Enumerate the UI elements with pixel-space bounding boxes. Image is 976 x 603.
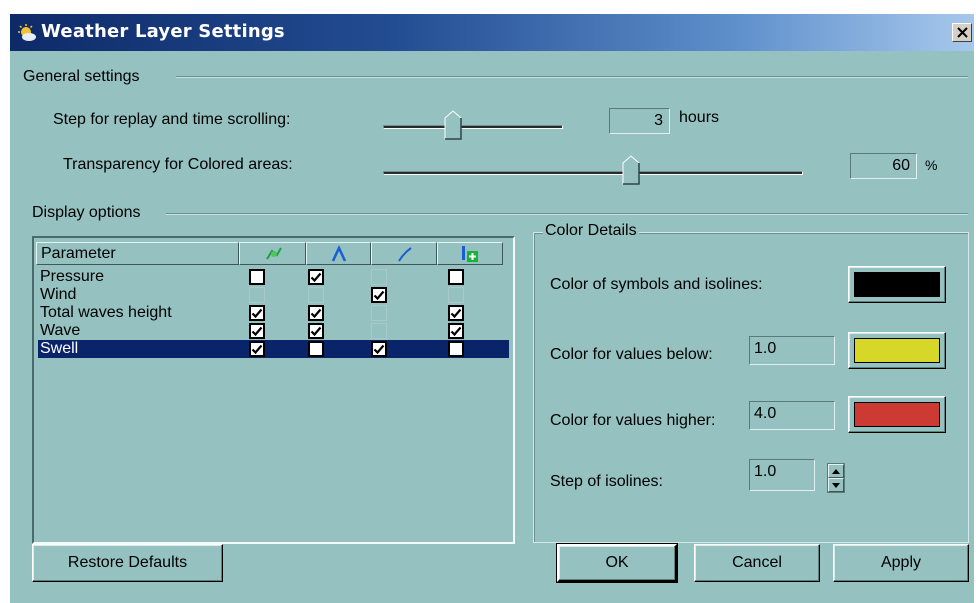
checkmark-icon bbox=[251, 326, 263, 337]
column-header-arrows[interactable] bbox=[371, 242, 437, 265]
parameter-checkbox[interactable] bbox=[249, 323, 265, 339]
parameter-name: Wind bbox=[40, 286, 77, 303]
parameter-checkbox[interactable] bbox=[249, 341, 265, 357]
parameter-list[interactable]: Parameter Pressure Wind Total waves heig… bbox=[32, 236, 515, 544]
symbols-icon bbox=[266, 247, 282, 260]
parameter-row[interactable]: Wave bbox=[38, 322, 509, 340]
parameter-row[interactable]: Pressure bbox=[38, 268, 509, 286]
weather-layer-settings-dialog: Weather Layer Settings General settings … bbox=[10, 14, 974, 603]
parameter-checkbox bbox=[249, 287, 265, 303]
parameter-checkbox[interactable] bbox=[308, 305, 324, 321]
close-icon bbox=[956, 27, 968, 38]
restore-defaults-button[interactable]: Restore Defaults bbox=[32, 544, 223, 582]
ok-button[interactable]: OK bbox=[556, 543, 678, 583]
parameter-checkbox[interactable] bbox=[448, 323, 464, 339]
column-header-symbols[interactable] bbox=[239, 242, 306, 265]
general-settings-legend: General settings bbox=[23, 68, 140, 85]
column-header-isolines[interactable] bbox=[306, 242, 371, 265]
below-color-label: Color for values below: bbox=[550, 346, 713, 363]
below-color-swatch bbox=[854, 338, 940, 363]
below-color-button[interactable] bbox=[848, 332, 946, 369]
parameter-checkbox[interactable] bbox=[448, 341, 464, 357]
isoline-step-spinner[interactable] bbox=[827, 463, 845, 493]
checkmark-icon bbox=[310, 272, 322, 283]
transparency-value-field[interactable]: 60 bbox=[850, 153, 917, 179]
title-bar: Weather Layer Settings bbox=[10, 14, 974, 51]
parameter-name: Total waves height bbox=[40, 304, 172, 321]
arrows-icon bbox=[398, 247, 412, 262]
below-value-field[interactable]: 1.0 bbox=[749, 336, 835, 365]
chevron-down-icon bbox=[832, 482, 840, 488]
display-options-legend: Display options bbox=[32, 204, 141, 221]
parameter-checkbox[interactable] bbox=[448, 305, 464, 321]
parameter-checkbox[interactable] bbox=[249, 269, 265, 285]
step-slider-thumb[interactable] bbox=[444, 110, 462, 140]
transparency-slider-track[interactable] bbox=[383, 171, 803, 175]
checkmark-icon bbox=[310, 326, 322, 337]
parameter-name: Pressure bbox=[40, 268, 105, 285]
display-options-divider bbox=[166, 213, 968, 215]
parameter-checkbox bbox=[371, 305, 387, 321]
cancel-button[interactable]: Cancel bbox=[694, 544, 820, 582]
step-label: Step for replay and time scrolling: bbox=[53, 111, 291, 128]
column-header-label: Parameter bbox=[41, 245, 116, 262]
step-slider-track[interactable] bbox=[383, 125, 563, 129]
apply-button[interactable]: Apply bbox=[833, 544, 969, 582]
weather-sun-icon bbox=[18, 24, 36, 41]
close-button[interactable] bbox=[952, 23, 972, 42]
transparency-unit: % bbox=[925, 157, 938, 173]
parameter-checkbox[interactable] bbox=[308, 341, 324, 357]
higher-color-swatch bbox=[854, 402, 940, 427]
transparency-slider-thumb[interactable] bbox=[622, 155, 640, 185]
transparency-label: Transparency for Colored areas: bbox=[63, 156, 293, 173]
parameter-row[interactable]: Swell bbox=[38, 340, 509, 358]
checkmark-icon bbox=[373, 290, 385, 301]
parameter-checkbox bbox=[371, 323, 387, 339]
higher-color-button[interactable] bbox=[848, 396, 946, 433]
higher-color-label: Color for values higher: bbox=[550, 412, 716, 429]
parameter-checkbox[interactable] bbox=[371, 287, 387, 303]
parameter-checkbox[interactable] bbox=[371, 341, 387, 357]
isoline-step-label: Step of isolines: bbox=[550, 473, 663, 490]
step-value-field[interactable]: 3 bbox=[609, 108, 670, 134]
parameter-row[interactable]: Wind bbox=[38, 286, 509, 304]
column-header-parameter[interactable]: Parameter bbox=[36, 242, 239, 265]
parameter-name: Wave bbox=[40, 322, 81, 339]
parameter-checkbox[interactable] bbox=[308, 269, 324, 285]
parameter-checkbox[interactable] bbox=[249, 305, 265, 321]
parameter-checkbox bbox=[448, 287, 464, 303]
parameter-checkbox bbox=[308, 287, 324, 303]
parameter-checkbox bbox=[371, 269, 387, 285]
parameter-checkbox[interactable] bbox=[448, 269, 464, 285]
checkmark-icon bbox=[251, 344, 263, 355]
checkmark-icon bbox=[373, 344, 385, 355]
parameter-checkbox[interactable] bbox=[308, 323, 324, 339]
symbols-color-swatch bbox=[854, 272, 940, 297]
color-details-legend: Color Details bbox=[543, 222, 639, 240]
symbols-color-label: Color of symbols and isolines: bbox=[550, 276, 763, 293]
general-settings-divider bbox=[176, 76, 968, 78]
colored-areas-icon bbox=[462, 246, 478, 262]
checkmark-icon bbox=[450, 308, 462, 319]
column-header-colored-areas[interactable] bbox=[437, 242, 503, 265]
isolines-icon bbox=[331, 245, 347, 262]
parameter-row[interactable]: Total waves height bbox=[38, 304, 509, 322]
spin-down-button[interactable] bbox=[828, 478, 844, 492]
spin-up-button[interactable] bbox=[828, 464, 844, 478]
higher-value-field[interactable]: 4.0 bbox=[749, 401, 835, 430]
window-title: Weather Layer Settings bbox=[41, 21, 285, 42]
parameter-name: Swell bbox=[40, 340, 79, 357]
checkmark-icon bbox=[310, 308, 322, 319]
checkmark-icon bbox=[450, 326, 462, 337]
checkmark-icon bbox=[251, 308, 263, 319]
step-unit: hours bbox=[679, 109, 720, 126]
chevron-up-icon bbox=[832, 468, 840, 474]
isoline-step-field[interactable]: 1.0 bbox=[749, 459, 815, 491]
symbols-color-button[interactable] bbox=[848, 266, 946, 303]
